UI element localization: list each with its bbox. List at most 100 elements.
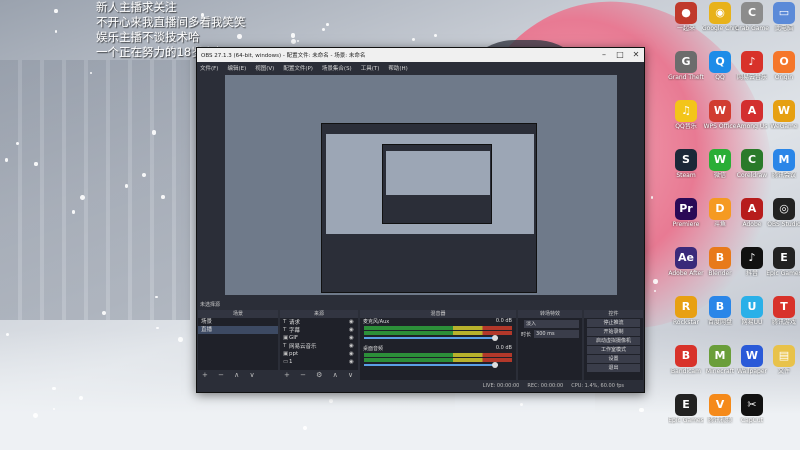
transition-type-select[interactable]: 淡入 xyxy=(521,320,579,328)
nested-obs-preview-2 xyxy=(382,144,492,224)
desktop-icon[interactable]: Pr Premiere xyxy=(668,198,704,238)
obs-titlebar[interactable]: OBS 27.1.3 (64-bit, windows) - 配置文件: 未命名… xyxy=(197,48,644,62)
app-icon: T xyxy=(773,296,795,318)
studio-mode-button[interactable]: 工作室模式 xyxy=(587,346,640,354)
menu-edit[interactable]: 编辑(E) xyxy=(227,64,246,72)
scene-item[interactable]: 直播 xyxy=(198,326,278,334)
app-icon: E xyxy=(773,247,795,269)
desktop-icon[interactable]: W Wallpaper xyxy=(734,345,770,385)
desktop-icon[interactable]: G Grand Theft xyxy=(668,51,704,91)
desktop-icon[interactable]: T 腾讯游戏 xyxy=(766,296,800,336)
desktop-icon[interactable]: M Minecraft xyxy=(702,345,738,385)
snowflake xyxy=(155,295,158,299)
dock-title: 场景 xyxy=(198,310,278,318)
desktop-icon[interactable]: A Among Us xyxy=(734,100,770,140)
source-item[interactable]: T 请求 ◉ xyxy=(280,318,358,326)
desktop-icon[interactable]: W 微信 xyxy=(702,149,738,189)
menu-profile[interactable]: 配置文件(P) xyxy=(283,64,313,72)
transition-duration-field[interactable]: 时长 300 ms xyxy=(521,330,579,338)
settings-button[interactable]: 设置 xyxy=(587,355,640,363)
desktop-icon[interactable]: E Epic Games xyxy=(668,394,704,434)
desktop-icon[interactable]: W WeGame xyxy=(766,100,800,140)
desktop-icon[interactable]: D 斗鱼 xyxy=(702,198,738,238)
eye-icon[interactable]: ◉ xyxy=(349,335,358,341)
snowflake xyxy=(53,9,58,13)
desktop-icon-label: Epic Games xyxy=(668,417,704,424)
app-icon: ✂ xyxy=(741,394,763,416)
desktop-icon[interactable]: ♫ QQ音乐 xyxy=(668,100,704,140)
channel-db: 0.0 dB xyxy=(495,318,512,324)
volume-slider[interactable] xyxy=(364,335,498,341)
desktop-icon[interactable]: C Coreldraw xyxy=(734,149,770,189)
desktop-icon[interactable]: B 百度网盘 xyxy=(702,296,738,336)
desktop-icon[interactable]: S Steam xyxy=(668,149,704,189)
close-button[interactable]: ✕ xyxy=(628,48,644,62)
volume-meter xyxy=(364,326,512,330)
menu-scene-collection[interactable]: 场景集合(S) xyxy=(322,64,352,72)
desktop-icon[interactable]: B Bandicam xyxy=(668,345,704,385)
stop-streaming-button[interactable]: 停止推流 xyxy=(587,319,640,327)
snowflake xyxy=(54,30,58,33)
source-name: 字幕 xyxy=(289,328,301,334)
minimize-button[interactable]: – xyxy=(596,48,612,62)
desktop-icon[interactable]: R Rockstar xyxy=(668,296,704,336)
source-item[interactable]: ▭ 1 ◉ xyxy=(280,358,358,366)
snowflake xyxy=(178,337,183,342)
source-item[interactable]: T 网易云音乐 ◉ xyxy=(280,342,358,350)
desktop-icon-label: Wallpaper xyxy=(736,368,767,375)
source-item[interactable]: T 字幕 ◉ xyxy=(280,326,358,334)
desktop-icon[interactable]: A Adobe xyxy=(734,198,770,238)
scene-item[interactable]: 场景 xyxy=(198,318,278,326)
app-icon: C xyxy=(741,2,763,24)
desktop-icon[interactable]: ▭ 此电脑 xyxy=(766,2,800,42)
desktop-icon[interactable]: ✂ CapCut xyxy=(734,394,770,434)
desktop-icon-label: 腾讯视频 xyxy=(707,417,732,424)
desktop-icon[interactable]: ● 一起来 xyxy=(668,2,704,42)
desktop-icon[interactable]: Q QQ xyxy=(702,51,738,91)
obs-window[interactable]: OBS 27.1.3 (64-bit, windows) - 配置文件: 未命名… xyxy=(196,47,645,393)
desktop-icon-label: Coreldraw xyxy=(736,172,768,179)
desktop-icon[interactable]: M 腾讯会议 xyxy=(766,149,800,189)
desktop-icon[interactable]: ◎ OBS Studio xyxy=(766,198,800,238)
desktop-icon[interactable]: W WPS Office xyxy=(702,100,738,140)
desktop-icon[interactable]: ▤ 文件 xyxy=(766,345,800,385)
controls-dock: 控件 停止推流 开始录制 启动虚拟摄像机 工作室模式 设置 退出 xyxy=(584,310,643,380)
eye-icon[interactable]: ◉ xyxy=(349,343,358,349)
desktop-icon[interactable]: B Blender xyxy=(702,247,738,287)
desktop-icon-label: Steam xyxy=(676,172,696,179)
maximize-button[interactable]: □ xyxy=(612,48,628,62)
eye-icon[interactable]: ◉ xyxy=(349,351,358,357)
virtual-camera-button[interactable]: 启动虚拟摄像机 xyxy=(587,337,640,345)
exit-button[interactable]: 退出 xyxy=(587,364,640,372)
desktop-icon[interactable]: ♪ 抖音 xyxy=(734,247,770,287)
desktop-icon-grid: ●一起来◉Google ChromeCCrab Game▭此电脑 GGrand T… xyxy=(668,2,800,450)
eye-icon[interactable]: ◉ xyxy=(349,319,358,325)
desktop-icon-label: Blender xyxy=(708,270,732,277)
desktop-icon[interactable]: ◉Google Chrome xyxy=(702,2,738,42)
app-icon: ◉ xyxy=(709,2,731,24)
desktop-icon[interactable]: Ae Adobe After xyxy=(668,247,704,287)
source-item[interactable]: ▣ GIF ◉ xyxy=(280,334,358,342)
desktop-icon[interactable]: O Origin xyxy=(766,51,800,91)
menu-file[interactable]: 文件(F) xyxy=(200,64,218,72)
preview-canvas[interactable] xyxy=(225,75,617,295)
app-icon: E xyxy=(675,394,697,416)
volume-slider[interactable] xyxy=(364,362,498,368)
app-icon: ◎ xyxy=(773,198,795,220)
eye-icon[interactable]: ◉ xyxy=(349,327,358,333)
volume-meter xyxy=(364,353,512,357)
menu-help[interactable]: 帮助(H) xyxy=(388,64,407,72)
eye-icon[interactable]: ◉ xyxy=(349,359,358,365)
menu-view[interactable]: 视图(V) xyxy=(255,64,274,72)
desktop-icon[interactable]: E Epic Games xyxy=(766,247,800,287)
start-recording-button[interactable]: 开始录制 xyxy=(587,328,640,336)
desktop-icon[interactable]: ♪ 网易云音乐 xyxy=(734,51,770,91)
sources-toolbar[interactable]: + − ⚙ ∧ ∨ xyxy=(280,370,358,380)
desktop-icon[interactable]: C Crab Game xyxy=(734,2,770,42)
scenes-toolbar[interactable]: + − ∧ ∨ xyxy=(198,370,278,380)
desktop-icon[interactable]: V 腾讯视频 xyxy=(702,394,738,434)
source-item[interactable]: ▣ ppt ◉ xyxy=(280,350,358,358)
desktop-icon[interactable]: U 网易UU xyxy=(734,296,770,336)
menu-tools[interactable]: 工具(T) xyxy=(361,64,380,72)
app-icon: S xyxy=(675,149,697,171)
